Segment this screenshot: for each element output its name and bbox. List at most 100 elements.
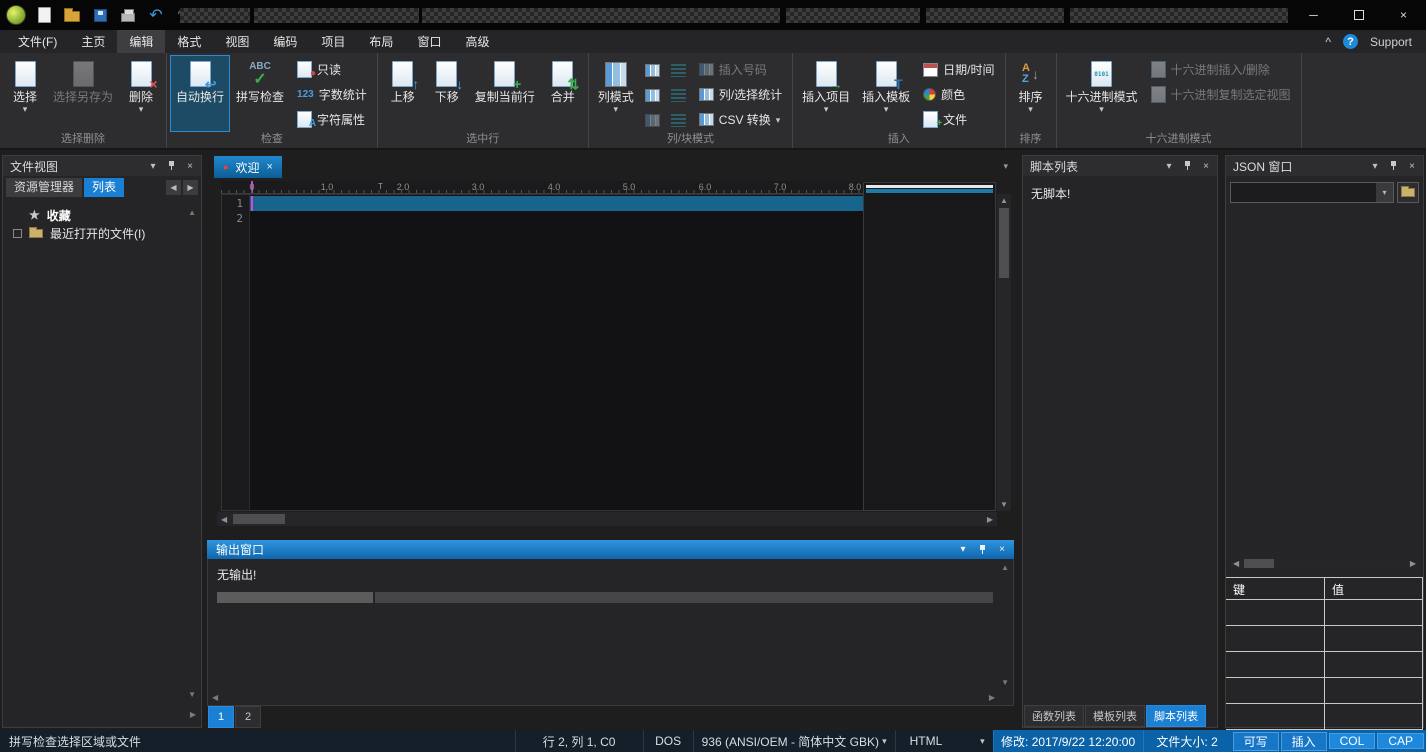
menu-project[interactable]: 项目: [309, 30, 357, 53]
hex-mode-button[interactable]: 0101 十六进制模式 ▾: [1060, 55, 1144, 132]
chevron-down-icon[interactable]: ▾: [1163, 161, 1175, 172]
scrollbar-thumb[interactable]: [233, 514, 285, 524]
scroll-up-icon[interactable]: ▲: [1000, 196, 1008, 205]
menu-format[interactable]: 格式: [165, 30, 213, 53]
open-file-button[interactable]: [60, 3, 84, 27]
status-cap-toggle[interactable]: CAP: [1377, 733, 1424, 749]
pin-icon[interactable]: [1389, 161, 1398, 171]
text-area[interactable]: [250, 195, 866, 510]
close-icon[interactable]: ×: [184, 161, 196, 172]
insert-template-button[interactable]: T 插入模板 ▾: [856, 55, 916, 132]
scroll-right-icon[interactable]: ▶: [987, 515, 993, 524]
table-row[interactable]: [1226, 600, 1423, 626]
json-file-combobox[interactable]: ▾: [1230, 182, 1394, 203]
status-col-toggle[interactable]: COL: [1329, 733, 1376, 749]
support-link[interactable]: Support: [1370, 35, 1412, 49]
tab-explorer[interactable]: 资源管理器: [6, 178, 82, 197]
close-icon[interactable]: ×: [996, 544, 1008, 555]
move-down-button[interactable]: ↓ 下移: [425, 55, 469, 132]
output-tab-2[interactable]: 2: [235, 706, 261, 728]
spell-check-button[interactable]: ABC✓ 拼写检查: [230, 55, 290, 132]
insert-item-button[interactable]: → 插入项目 ▾: [796, 55, 856, 132]
table-row[interactable]: [1226, 626, 1423, 652]
close-button[interactable]: ×: [1381, 0, 1426, 30]
tree-item-favorites[interactable]: ★ 收藏: [3, 206, 201, 224]
scroll-left-icon[interactable]: ◀: [212, 693, 218, 702]
column-block-icon-button-1[interactable]: [641, 58, 665, 82]
csv-convert-button[interactable]: CSV 转换 ▾: [692, 107, 789, 132]
maximize-button[interactable]: [1336, 0, 1381, 30]
chevron-down-icon[interactable]: ▾: [147, 161, 159, 172]
scroll-right-icon[interactable]: ▶: [1410, 559, 1416, 568]
scroll-down-icon[interactable]: ▼: [188, 690, 196, 699]
json-horizontal-scrollbar[interactable]: ◀ ▶: [1230, 557, 1419, 570]
minimize-button[interactable]: ─: [1291, 0, 1336, 30]
menu-view[interactable]: 视图: [213, 30, 261, 53]
print-button[interactable]: [116, 3, 140, 27]
delete-button[interactable]: × 删除 ▾: [119, 55, 163, 132]
status-encoding[interactable]: 936 (ANSI/OEM - 简体中文 GBK) ▾: [693, 730, 895, 752]
word-count-button[interactable]: 123 字数统计: [290, 82, 374, 107]
status-writable-button[interactable]: 可写: [1233, 732, 1279, 751]
column-block-icon-button-2[interactable]: [641, 83, 665, 107]
scroll-left-icon[interactable]: ◀: [1233, 559, 1239, 568]
tab-template-list[interactable]: 模板列表: [1085, 705, 1145, 727]
chevron-down-icon[interactable]: ▾: [1369, 161, 1381, 172]
character-properties-button[interactable]: A 字符属性: [290, 107, 374, 132]
table-row[interactable]: [1226, 652, 1423, 678]
minimap[interactable]: [863, 182, 996, 511]
date-time-button[interactable]: 日期/时间: [916, 57, 1001, 82]
output-tab-1[interactable]: 1: [208, 706, 234, 728]
close-icon[interactable]: ×: [1406, 161, 1418, 172]
pin-icon[interactable]: [1183, 161, 1192, 171]
select-button[interactable]: 选择 ▾: [3, 55, 47, 132]
undo-button[interactable]: ↶: [144, 3, 168, 27]
new-file-button[interactable]: [32, 3, 56, 27]
close-icon[interactable]: ×: [1200, 161, 1212, 172]
sort-button[interactable]: AZ↓ 排序 ▾: [1009, 55, 1053, 132]
pin-icon[interactable]: [978, 545, 987, 555]
scrollbar-thumb[interactable]: [999, 208, 1009, 278]
chevron-down-icon[interactable]: ▾: [1376, 183, 1393, 202]
menu-layout[interactable]: 布局: [357, 30, 405, 53]
scroll-right-icon[interactable]: ▶: [989, 693, 995, 702]
insert-file-button[interactable]: + 文件: [916, 107, 1001, 132]
table-row[interactable]: [1226, 704, 1423, 730]
scroll-up-icon[interactable]: ▲: [188, 208, 196, 217]
scroll-down-icon[interactable]: ▼: [1001, 678, 1009, 687]
column-mode-button[interactable]: 列模式 ▾: [592, 55, 640, 132]
menu-edit[interactable]: 编辑: [117, 30, 165, 53]
move-up-button[interactable]: ↑ 上移: [381, 55, 425, 132]
tab-scroll-left-icon[interactable]: ◀: [166, 180, 181, 195]
menu-home[interactable]: 主页: [69, 30, 117, 53]
scroll-right-icon[interactable]: ▶: [190, 710, 196, 719]
column-selection-stats-button[interactable]: 列/选择统计: [692, 82, 789, 107]
color-button[interactable]: 颜色: [916, 82, 1001, 107]
tab-function-list[interactable]: 函数列表: [1024, 705, 1084, 727]
table-row[interactable]: [1226, 678, 1423, 704]
editor-vertical-scrollbar[interactable]: ▲ ▼: [997, 194, 1011, 511]
word-wrap-button[interactable]: ↩ 自动换行: [170, 55, 230, 132]
scroll-up-icon[interactable]: ▲: [1001, 563, 1009, 572]
menu-file[interactable]: 文件(F): [6, 30, 69, 53]
status-line-ending[interactable]: DOS: [643, 730, 693, 752]
close-tab-icon[interactable]: ×: [266, 161, 272, 173]
save-button[interactable]: [88, 3, 112, 27]
editor-horizontal-scrollbar[interactable]: ◀ ▶: [217, 512, 997, 526]
tab-script-list[interactable]: 脚本列表: [1146, 705, 1206, 727]
collapse-ribbon-icon[interactable]: ^: [1325, 35, 1331, 49]
scroll-left-icon[interactable]: ◀: [221, 515, 227, 524]
status-syntax[interactable]: HTML ▾: [895, 730, 993, 752]
tab-scroll-right-icon[interactable]: ▶: [183, 180, 198, 195]
expand-box-icon[interactable]: [13, 229, 22, 238]
duplicate-line-button[interactable]: + 复制当前行: [469, 55, 541, 132]
help-icon[interactable]: ?: [1343, 34, 1358, 49]
join-lines-button[interactable]: ⇅ 合并: [541, 55, 585, 132]
scrollbar-thumb[interactable]: [1244, 559, 1274, 568]
tab-list-dropdown-icon[interactable]: ▾: [1003, 161, 1014, 172]
chevron-down-icon[interactable]: ▾: [957, 544, 969, 555]
menu-encoding[interactable]: 编码: [261, 30, 309, 53]
status-cursor-position[interactable]: 行 2, 列 1, C0: [515, 730, 643, 752]
browse-folder-button[interactable]: [1397, 182, 1419, 203]
tab-list[interactable]: 列表: [84, 178, 124, 197]
